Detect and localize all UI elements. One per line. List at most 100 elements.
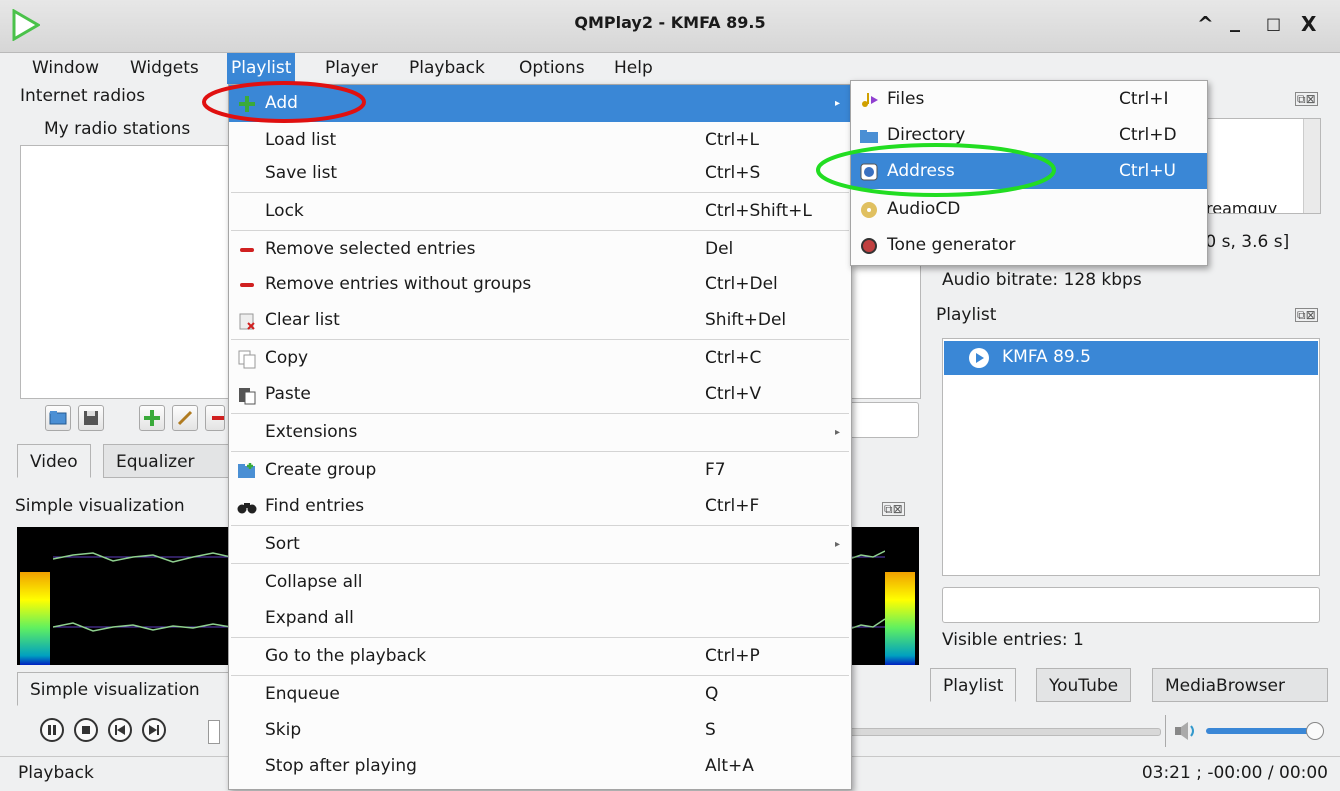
time-range-text: .0 s, 3.6 s] [1200, 232, 1290, 252]
visualization-left [17, 527, 231, 665]
menu-item-label: Skip [265, 720, 302, 740]
internet-radios-title: Internet radios [20, 86, 146, 106]
playlist-entry-label: KMFA 89.5 [1002, 347, 1091, 367]
menu-item-label: Files [887, 89, 925, 109]
menu-item-shortcut: Shift+Del [705, 310, 787, 330]
menu-item-remove-without-groups[interactable]: Remove entries without groups Ctrl+Del [229, 266, 851, 303]
menu-item-label: Expand all [265, 608, 354, 628]
window-maximize-button[interactable]: □ [1266, 14, 1281, 33]
previous-button[interactable] [108, 718, 132, 742]
divider [1165, 715, 1166, 747]
next-button[interactable] [142, 718, 166, 742]
menu-item-shortcut: Ctrl+I [1119, 89, 1169, 109]
menu-item-label: Remove entries without groups [265, 274, 532, 294]
speaker-icon[interactable] [1173, 719, 1201, 743]
window-close-button[interactable]: X [1301, 12, 1316, 36]
menu-item-label: Lock [265, 201, 304, 221]
waveform-left [53, 552, 231, 632]
menu-item-find-entries[interactable]: Find entries Ctrl+F [229, 488, 851, 525]
radio-station-list[interactable] [20, 145, 232, 399]
menu-item-shortcut: Ctrl+U [1119, 161, 1176, 181]
menu-item-lock[interactable]: Lock Ctrl+Shift+L [229, 193, 851, 230]
menu-item-create-group[interactable]: Create group F7 [229, 452, 851, 489]
tab-simple-visualization[interactable]: Simple visualization [17, 672, 231, 706]
info-scrollbar[interactable] [1303, 119, 1320, 213]
menu-item-enqueue[interactable]: Enqueue Q [229, 676, 851, 713]
dock-float-close-icon[interactable]: ⧉⊠ [1295, 92, 1318, 106]
menu-item-stop-after-playing[interactable]: Stop after playing Alt+A [229, 748, 851, 785]
dock-float-close-icon[interactable]: ⧉⊠ [882, 502, 905, 516]
remove-station-button[interactable] [205, 405, 225, 431]
playlist-search-field[interactable] [942, 587, 1320, 623]
menu-help[interactable]: Help [610, 53, 657, 84]
submenu-item-tone-generator[interactable]: Tone generator [851, 227, 1207, 263]
menu-window[interactable]: Window [28, 53, 103, 84]
save-icon [84, 411, 98, 425]
cd-icon [861, 202, 877, 218]
menu-item-remove-selected[interactable]: Remove selected entries Del [229, 231, 851, 268]
menu-widgets[interactable]: Widgets [126, 53, 203, 84]
menu-item-shortcut: Ctrl+V [705, 384, 762, 404]
red-highlight-ellipse [202, 81, 366, 123]
tab-mediabrowser[interactable]: MediaBrowser [1152, 668, 1328, 702]
playlist-view[interactable]: KMFA 89.5 [942, 338, 1320, 576]
pause-button[interactable] [40, 718, 64, 742]
menu-item-expand-all[interactable]: Expand all [229, 600, 851, 637]
menu-item-label: Copy [265, 348, 309, 368]
submenu-item-files[interactable]: Files Ctrl+I [851, 81, 1207, 117]
remove-icon [240, 283, 254, 287]
menu-item-sort[interactable]: Sort ▸ [229, 526, 851, 563]
tab-equalizer[interactable]: Equalizer [103, 444, 231, 478]
info-partial-text: reamguy [1206, 199, 1278, 213]
playlist-mode-icon[interactable] [208, 720, 220, 744]
menu-item-save-list[interactable]: Save list Ctrl+S [229, 155, 851, 192]
menu-item-label: Find entries [265, 496, 365, 516]
open-folder-button[interactable] [45, 405, 71, 431]
dock-float-close-icon[interactable]: ⧉⊠ [1295, 308, 1318, 322]
window-shade-button[interactable]: ^ [1197, 12, 1214, 36]
stop-button[interactable] [74, 718, 98, 742]
menu-item-shortcut: Ctrl+Shift+L [705, 201, 812, 221]
visible-entries-text: Visible entries: 1 [942, 630, 1084, 650]
menu-options[interactable]: Options [515, 53, 589, 84]
playlist-menu: Add ▸ Load list Ctrl+L Save list Ctrl+S … [228, 84, 852, 790]
menu-item-collapse-all[interactable]: Collapse all [229, 564, 851, 601]
stop-icon [82, 726, 90, 734]
volume-slider-handle[interactable] [1306, 722, 1324, 740]
menu-item-paste[interactable]: Paste Ctrl+V [229, 376, 851, 413]
menu-item-shortcut: Ctrl+S [705, 163, 761, 183]
tab-youtube[interactable]: YouTube [1036, 668, 1132, 702]
menu-item-label: Extensions [265, 422, 358, 442]
menu-item-shortcut: Ctrl+L [705, 130, 759, 150]
menu-item-label: Tone generator [887, 235, 1016, 255]
window-minimize-button[interactable]: _ [1230, 8, 1240, 32]
binoculars-icon [237, 503, 257, 514]
add-station-button[interactable] [139, 405, 165, 431]
paste-icon [239, 388, 256, 405]
menu-item-copy[interactable]: Copy Ctrl+C [229, 340, 851, 377]
seek-slider[interactable] [849, 728, 1161, 736]
menu-item-go-to-playback[interactable]: Go to the playback Ctrl+P [229, 638, 851, 675]
save-button[interactable] [78, 405, 104, 431]
edit-station-button[interactable] [172, 405, 198, 431]
tab-video[interactable]: Video [17, 444, 91, 478]
info-text-area-right: reamguy [1205, 118, 1321, 214]
tab-playlist[interactable]: Playlist [930, 668, 1017, 702]
title-bar: QMPlay2 - KMFA 89.5 ^ _ □ X [0, 0, 1340, 53]
copy-icon [238, 350, 256, 369]
my-radio-stations-label: My radio stations [44, 119, 191, 139]
menu-item-extensions[interactable]: Extensions ▸ [229, 414, 851, 451]
menu-item-shortcut: Alt+A [705, 756, 754, 776]
menu-item-skip[interactable]: Skip S [229, 712, 851, 749]
remove-icon [240, 248, 254, 252]
volume-bar-left [20, 572, 50, 665]
menu-playback[interactable]: Playback [405, 53, 489, 84]
status-time-text: 03:21 ; -00:00 / 00:00 [1141, 763, 1328, 783]
volume-slider[interactable] [1206, 728, 1310, 734]
playlist-entry-row[interactable]: KMFA 89.5 [944, 341, 1318, 375]
info-search-field[interactable] [849, 402, 919, 438]
menu-item-label: Sort [265, 534, 300, 554]
menu-item-clear-list[interactable]: Clear list Shift+Del [229, 302, 851, 339]
menu-item-shortcut: Ctrl+D [1119, 125, 1177, 145]
pause-icon [48, 725, 56, 735]
